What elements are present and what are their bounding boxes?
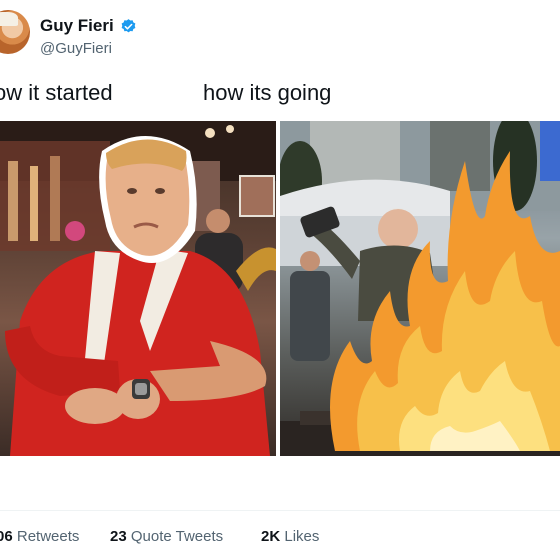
retweets-label: Retweets [16, 528, 80, 545]
media-image-right[interactable] [280, 121, 560, 456]
quote-tweets-label: Quote Tweets [130, 528, 224, 545]
likes-stat[interactable]: 2K Likes [261, 528, 319, 545]
author-name-row: Guy Fieri [40, 16, 137, 36]
media-image-left[interactable] [0, 121, 276, 456]
likes-label: Likes [284, 528, 320, 545]
likes-count: 2K [261, 528, 281, 545]
stats-divider [0, 510, 560, 511]
author-handle[interactable]: @GuyFieri [40, 40, 112, 57]
caption-left: ow it started [0, 80, 113, 105]
tweet-header: Guy Fieri @GuyFieri [0, 6, 560, 62]
quote-tweets-count: 23 [110, 528, 127, 545]
verified-badge-icon [121, 18, 136, 32]
restaurant-scene-image [0, 121, 276, 456]
retweets-stat[interactable]: 06 Retweets [0, 528, 79, 545]
author-avatar[interactable] [0, 10, 30, 54]
retweets-count: 06 [0, 528, 13, 545]
tweet-media[interactable] [0, 121, 560, 456]
flames-scene-image [280, 121, 560, 456]
caption-right: how its going [203, 80, 332, 105]
author-name[interactable]: Guy Fieri [40, 16, 114, 36]
quote-tweets-stat[interactable]: 23 Quote Tweets [110, 528, 223, 545]
